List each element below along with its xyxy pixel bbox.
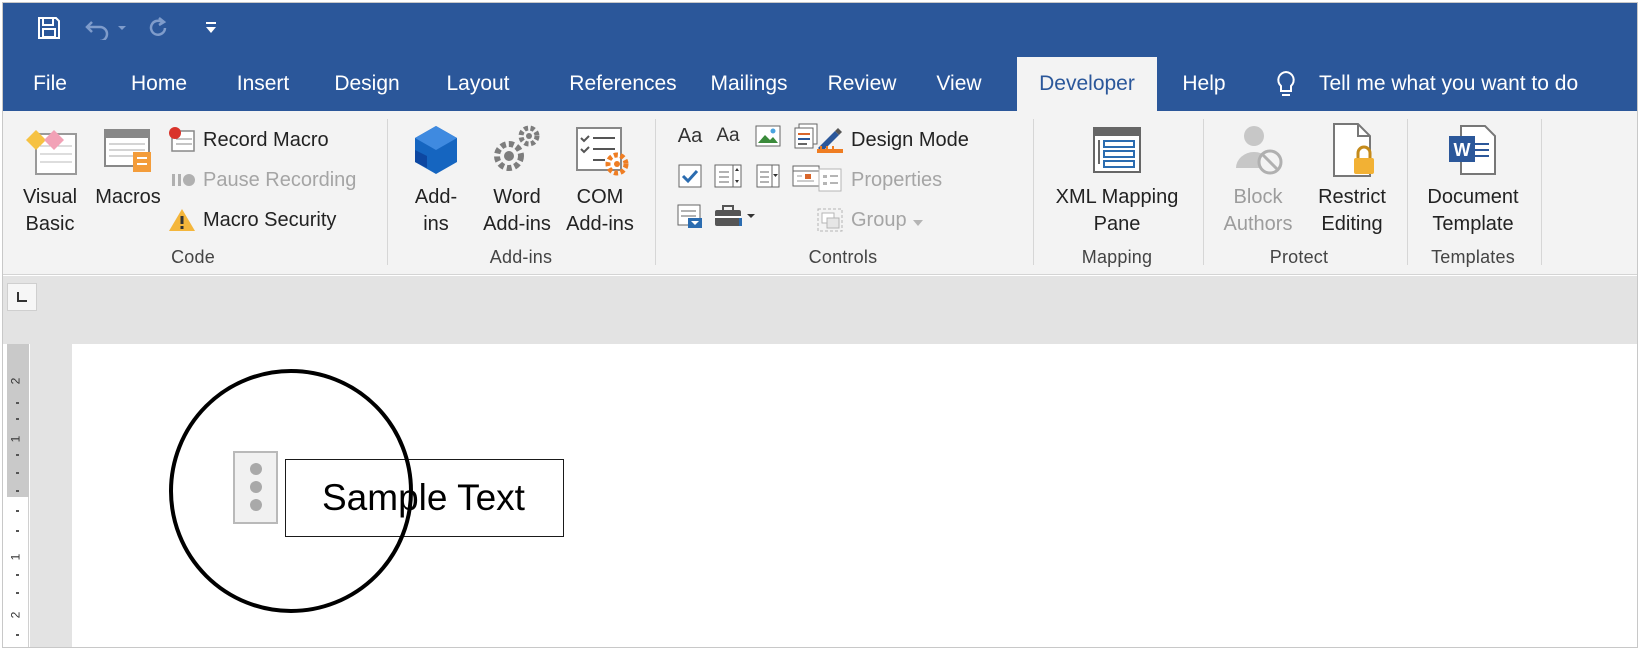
macros-icon (89, 119, 167, 181)
tab-home[interactable]: Home (111, 57, 207, 111)
ruler-tick (16, 510, 19, 512)
add-ins-icon (401, 119, 471, 181)
tab-layout[interactable]: Layout (431, 57, 525, 111)
combo-box-control-icon[interactable] (713, 161, 743, 191)
visual-basic-icon (15, 119, 85, 181)
plain-text-control-button[interactable]: Aa (713, 121, 743, 151)
picture-control-icon[interactable] (753, 121, 783, 151)
rich-text-control-button[interactable]: Aa (675, 121, 705, 151)
controls-group-label: Controls (808, 247, 878, 267)
group-separator (655, 119, 656, 265)
properties-button[interactable]: Properties (815, 163, 942, 197)
ruler-tick (16, 530, 19, 532)
word-add-ins-button[interactable]: Word Add-ins (477, 119, 557, 238)
repeating-section-control-icon[interactable] (675, 201, 705, 231)
save-icon[interactable] (33, 11, 65, 45)
warning-icon (167, 206, 197, 234)
ribbon-tabs: File Home Insert Design Layout Reference… (3, 57, 1637, 111)
code-group-label: Code (171, 247, 215, 267)
block-authors-button[interactable]: Block Authors (1215, 119, 1301, 238)
group-separator (1407, 119, 1408, 265)
redo-icon[interactable] (143, 11, 173, 45)
ribbon-developer: Visual Basic Macros Record Macro Pause R… (3, 111, 1637, 275)
add-ins-button[interactable]: Add- ins (401, 119, 471, 238)
gears-icon (477, 119, 557, 181)
macros-button[interactable]: Macros (89, 119, 167, 211)
group-separator (1541, 119, 1542, 265)
legacy-tools-icon[interactable] (713, 201, 757, 231)
left-tab-icon (17, 292, 27, 302)
page-margin-gutter (30, 344, 72, 647)
com-add-ins-button[interactable]: COM Add-ins (559, 119, 641, 238)
templates-group-label: Templates (1431, 247, 1515, 267)
tab-insert[interactable]: Insert (221, 57, 305, 111)
undo-icon[interactable] (83, 11, 129, 45)
tab-stop-selector[interactable] (7, 283, 37, 311)
protect-group-label: Protect (1269, 247, 1329, 267)
tab-references[interactable]: References (551, 57, 695, 111)
ruler-strip (3, 276, 1637, 344)
restrict-editing-icon (1307, 119, 1397, 181)
ruler-margin-shade (7, 344, 29, 497)
tab-review[interactable]: Review (817, 57, 907, 111)
word-window: File Home Insert Design Layout Reference… (2, 2, 1638, 648)
com-add-ins-icon (559, 119, 641, 181)
pause-recording-button[interactable]: Pause Recording (167, 163, 356, 197)
ruler-tick (16, 490, 19, 492)
title-bar (3, 3, 1637, 57)
group-separator (1203, 119, 1204, 265)
group-separator (1033, 119, 1034, 265)
document-template-button[interactable]: W Document Template (1417, 119, 1529, 238)
ruler-label: 2 (8, 377, 23, 385)
ruler-label: 1 (8, 553, 23, 561)
tab-help[interactable]: Help (1169, 57, 1239, 111)
mapping-group-label: Mapping (1081, 247, 1153, 267)
tab-design[interactable]: Design (319, 57, 415, 111)
word-document-icon: W (1417, 119, 1529, 181)
add-ins-group-label: Add-ins (489, 247, 553, 267)
lightbulb-icon (1275, 70, 1297, 105)
ruler-tick (16, 472, 19, 474)
restrict-editing-button[interactable]: Restrict Editing (1307, 119, 1397, 238)
customize-qat-icon[interactable] (199, 11, 223, 45)
ruler-tick (16, 402, 19, 404)
magnifier-circle (169, 369, 413, 613)
tab-file[interactable]: File (19, 57, 81, 111)
tell-me-search[interactable]: Tell me what you want to do (1319, 57, 1578, 111)
group-icon (815, 206, 845, 234)
design-mode-button[interactable]: Design Mode (815, 123, 969, 157)
macro-security-button[interactable]: Macro Security (167, 203, 336, 237)
ruler-label: 1 (8, 435, 23, 443)
properties-icon (815, 166, 845, 194)
group-button[interactable]: Group (815, 203, 923, 237)
chevron-down-icon (912, 209, 923, 232)
xml-mapping-icon (1047, 119, 1187, 181)
checkbox-control-icon[interactable] (675, 161, 705, 191)
group-separator (387, 119, 388, 265)
block-authors-icon (1215, 119, 1301, 181)
visual-basic-button[interactable]: Visual Basic (15, 119, 85, 238)
tab-view[interactable]: View (923, 57, 995, 111)
pause-icon (167, 166, 197, 194)
ruler-tick (16, 634, 19, 636)
record-macro-icon (167, 126, 197, 154)
drop-down-list-control-icon[interactable] (753, 161, 783, 191)
ruler-tick (16, 574, 19, 576)
svg-text:W: W (1454, 140, 1471, 160)
ruler-tick (16, 592, 19, 594)
vertical-ruler[interactable]: 2 1 1 2 (7, 344, 29, 647)
record-macro-button[interactable]: Record Macro (167, 123, 329, 157)
ruler-tick (16, 454, 19, 456)
ruler-label: 2 (8, 611, 23, 619)
xml-mapping-pane-button[interactable]: XML Mapping Pane (1047, 119, 1187, 238)
tab-mailings[interactable]: Mailings (699, 57, 799, 111)
tab-developer[interactable]: Developer (1017, 57, 1157, 111)
design-mode-icon (815, 126, 845, 154)
ruler-tick (16, 418, 19, 420)
